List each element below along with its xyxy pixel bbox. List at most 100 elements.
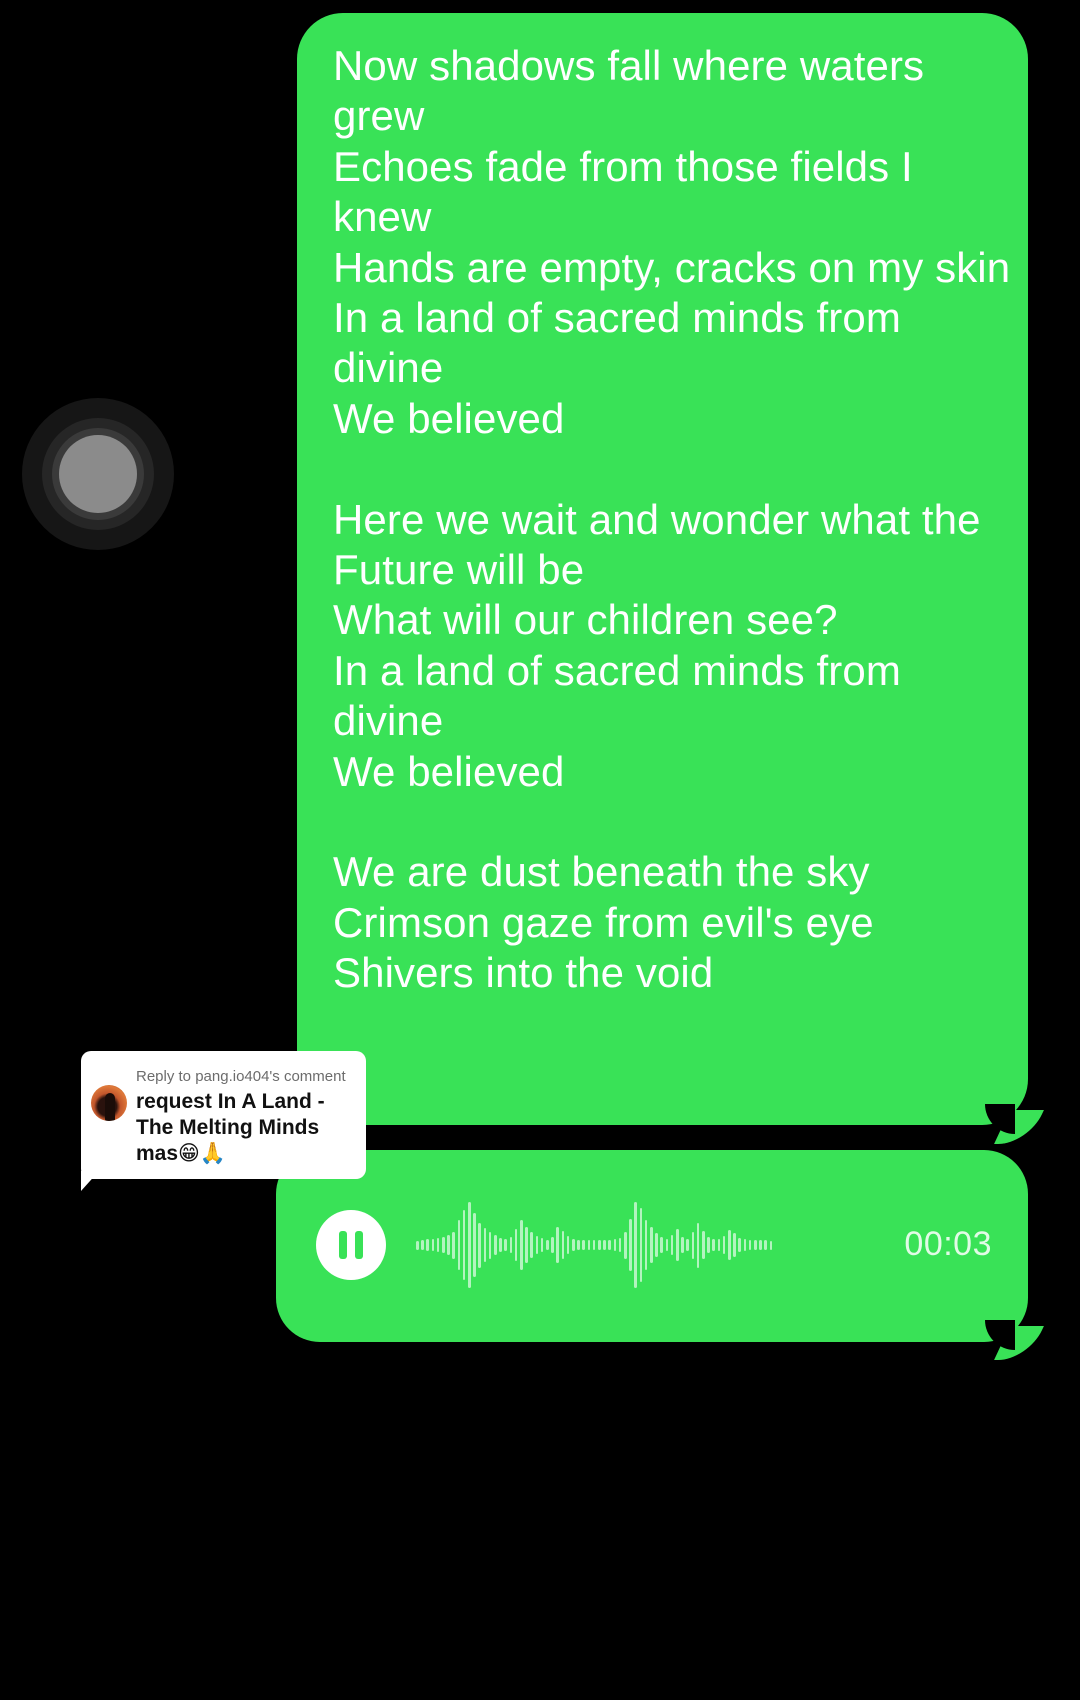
waveform-bar bbox=[634, 1202, 637, 1288]
waveform-bar bbox=[702, 1230, 705, 1260]
waveform-bar bbox=[748, 1239, 752, 1251]
waveform-bar bbox=[759, 1240, 762, 1250]
lyrics-line: In a land of sacred minds from divine bbox=[333, 646, 901, 745]
waveform-bar bbox=[738, 1237, 741, 1253]
waveform-bar bbox=[525, 1227, 528, 1263]
waveform-bar bbox=[426, 1238, 429, 1252]
waveform-bar bbox=[483, 1227, 487, 1263]
lyrics-stanza-break bbox=[333, 797, 1013, 847]
waveform-bar bbox=[660, 1236, 663, 1254]
waveform-bar bbox=[598, 1239, 601, 1251]
lyrics-line: Crimson gaze from evil's eye bbox=[333, 898, 874, 946]
audio-waveform[interactable] bbox=[416, 1200, 836, 1290]
waveform-bar bbox=[416, 1240, 419, 1250]
lyrics-line: We are dust beneath the sky bbox=[333, 848, 870, 896]
lyrics-line: Hands are empty, cracks on my skin bbox=[333, 243, 1011, 291]
waveform-bar bbox=[473, 1212, 476, 1278]
user-avatar bbox=[91, 1085, 127, 1121]
lyrics-line: We believed bbox=[333, 394, 565, 442]
waveform-bar bbox=[608, 1239, 611, 1251]
lyrics-line: Here we wait and wonder what the Future … bbox=[333, 495, 981, 594]
waveform-bar bbox=[582, 1239, 585, 1251]
waveform-bar bbox=[442, 1236, 445, 1254]
waveform-bar bbox=[592, 1240, 596, 1250]
waveform-bar bbox=[613, 1239, 617, 1251]
waveform-bar bbox=[665, 1238, 669, 1252]
waveform-bar bbox=[754, 1240, 757, 1250]
lyrics-message-bubble[interactable]: Now shadows fall where waters grew Echoes… bbox=[297, 13, 1028, 1125]
waveform-bar bbox=[535, 1236, 539, 1254]
waveform-bar bbox=[717, 1239, 721, 1251]
message-tail-mask bbox=[985, 1104, 1015, 1134]
waveform-bar bbox=[743, 1239, 747, 1251]
waveform-bar bbox=[566, 1236, 570, 1254]
waveform-bar bbox=[561, 1230, 565, 1260]
waveform-bar bbox=[650, 1227, 653, 1263]
lyrics-line: Echoes fade from those fields I knew bbox=[333, 142, 913, 241]
waveform-bar bbox=[618, 1237, 622, 1253]
waveform-bar bbox=[421, 1239, 424, 1251]
waveform-bar bbox=[499, 1237, 502, 1253]
voice-message-bubble[interactable]: 00:03 bbox=[276, 1150, 1028, 1342]
waveform-bar bbox=[457, 1220, 461, 1270]
waveform-bar bbox=[707, 1236, 710, 1254]
waveform-bar bbox=[509, 1236, 513, 1254]
waveform-bar bbox=[504, 1238, 507, 1252]
waveform-bar bbox=[670, 1235, 674, 1255]
lyrics-stanza-break bbox=[333, 444, 1013, 494]
waveform-bar bbox=[447, 1235, 450, 1255]
waveform-bar bbox=[530, 1232, 533, 1258]
lyrics-text: Now shadows fall where waters grew Echoes… bbox=[333, 41, 1013, 999]
lyrics-line: What will our children see? bbox=[333, 596, 838, 644]
waveform-bar bbox=[462, 1209, 466, 1281]
waveform-bar bbox=[572, 1238, 575, 1252]
waveform-bar bbox=[603, 1240, 606, 1250]
waveform-bar bbox=[712, 1238, 715, 1252]
waveform-bar bbox=[629, 1218, 632, 1272]
waveform-bar bbox=[728, 1229, 731, 1261]
waveform-bar bbox=[540, 1238, 544, 1252]
waveform-bar bbox=[644, 1220, 648, 1270]
waveform-bar bbox=[655, 1233, 658, 1257]
waveform-bar bbox=[676, 1228, 679, 1262]
waveform-bar bbox=[546, 1239, 549, 1251]
avatar-silhouette bbox=[105, 1093, 115, 1121]
waveform-bar bbox=[696, 1222, 700, 1268]
waveform-bar bbox=[639, 1208, 643, 1282]
waveform-bar bbox=[587, 1240, 591, 1250]
assistive-touch-button[interactable] bbox=[22, 398, 174, 550]
waveform-bar bbox=[494, 1235, 497, 1255]
lyrics-line: Shivers into the void bbox=[333, 949, 714, 997]
waveform-bar bbox=[577, 1239, 580, 1251]
assistive-touch-inner-ring bbox=[52, 428, 144, 520]
lyrics-line: Now shadows fall where waters grew bbox=[333, 42, 925, 140]
waveform-bar bbox=[733, 1233, 736, 1257]
reply-header: Reply to pang.io404's comment bbox=[136, 1068, 346, 1085]
waveform-bar bbox=[431, 1238, 435, 1252]
reply-card-tail bbox=[81, 1171, 99, 1191]
waveform-bar bbox=[681, 1236, 684, 1254]
waveform-bar bbox=[514, 1228, 518, 1262]
waveform-bar bbox=[488, 1231, 492, 1259]
waveform-bar bbox=[520, 1220, 523, 1270]
waveform-bar bbox=[452, 1231, 455, 1259]
waveform-bar bbox=[624, 1231, 627, 1259]
pause-icon bbox=[339, 1231, 347, 1259]
waveform-bar bbox=[686, 1238, 689, 1252]
waveform-bar bbox=[769, 1240, 773, 1250]
waveform-bar bbox=[436, 1237, 440, 1253]
reply-comment-card[interactable]: Reply to pang.io404's comment request In… bbox=[81, 1051, 366, 1191]
pause-icon-bar bbox=[355, 1231, 363, 1259]
voice-message-tail-mask bbox=[985, 1320, 1015, 1350]
waveform-bar bbox=[556, 1227, 559, 1263]
waveform-bar bbox=[764, 1240, 767, 1250]
waveform-bar bbox=[478, 1222, 481, 1268]
assistive-touch-icon bbox=[59, 435, 137, 513]
waveform-bar bbox=[551, 1236, 554, 1254]
waveform-bar bbox=[691, 1231, 695, 1259]
pause-button[interactable] bbox=[316, 1210, 386, 1280]
waveform-bar bbox=[722, 1236, 726, 1254]
voice-duration: 00:03 bbox=[904, 1225, 992, 1263]
lyrics-line: We believed bbox=[333, 747, 565, 795]
lyrics-line: In a land of sacred minds from divine bbox=[333, 294, 901, 392]
